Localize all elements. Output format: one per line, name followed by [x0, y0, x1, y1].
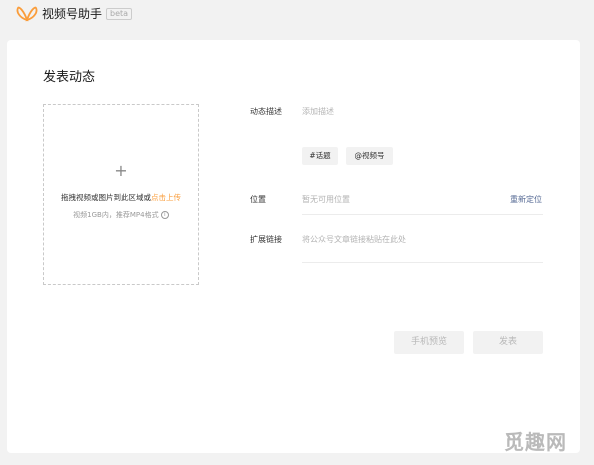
- mention-button[interactable]: @视频号: [346, 147, 393, 165]
- beta-badge: beta: [106, 8, 133, 20]
- topic-button[interactable]: #话题: [302, 147, 338, 165]
- upload-hint: 拖拽视频或图片到此区域或点击上传: [44, 192, 198, 203]
- upload-limit: 视频1GB内，推荐MP4格式 i: [44, 210, 198, 220]
- info-icon[interactable]: i: [160, 211, 169, 219]
- location-value[interactable]: 暂无可用位置: [302, 194, 350, 205]
- publish-card: 发表动态 + 拖拽视频或图片到此区域或点击上传 视频1GB内，推荐MP4格式 i…: [7, 40, 580, 453]
- top-bar: 视频号助手 beta: [0, 0, 594, 30]
- location-divider: [302, 214, 543, 215]
- publish-button[interactable]: 发表: [473, 331, 543, 354]
- butterfly-logo-icon: [16, 6, 38, 22]
- upload-hint-text: 拖拽视频或图片到此区域或: [61, 193, 151, 202]
- relocate-link[interactable]: 重新定位: [510, 194, 542, 205]
- plus-icon: +: [114, 161, 128, 180]
- app-title: 视频号助手: [42, 7, 103, 21]
- click-upload-link[interactable]: 点击上传: [151, 193, 181, 202]
- location-label: 位置: [250, 195, 266, 204]
- extension-link-input[interactable]: 将公众号文章链接粘贴在此处: [302, 234, 406, 245]
- watermark: 觅趣网: [504, 430, 567, 454]
- extension-link-divider: [302, 262, 543, 263]
- phone-preview-button[interactable]: 手机预览: [394, 331, 464, 354]
- description-input[interactable]: 添加描述: [302, 106, 334, 117]
- upload-limit-text: 视频1GB内，推荐MP4格式: [73, 211, 159, 219]
- description-label: 动态描述: [250, 107, 282, 116]
- extension-link-label: 扩展链接: [250, 235, 282, 244]
- page-title: 发表动态: [43, 70, 96, 85]
- upload-dropzone[interactable]: + 拖拽视频或图片到此区域或点击上传 视频1GB内，推荐MP4格式 i: [43, 104, 199, 285]
